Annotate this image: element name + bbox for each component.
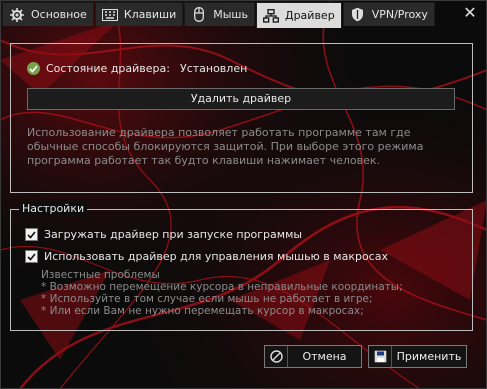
tab-general[interactable]: Основное <box>2 2 94 26</box>
driver-panel: Состояние драйвера: Установлен Удалить д… <box>10 43 473 193</box>
option-label: Использовать драйвер для управления мышь… <box>44 250 388 263</box>
tab-driver[interactable]: Драйвер <box>255 2 342 28</box>
tab-vpn-proxy[interactable]: VPN/Proxy <box>342 2 435 26</box>
cancel-icon <box>265 346 288 367</box>
shield-icon <box>349 7 367 23</box>
known-issue-item: * Возможно перемещение курсора в неправи… <box>41 281 403 293</box>
tab-bar: Основное Клавиши Мышь Драйвер VPN/Proxy <box>2 2 436 28</box>
keyboard-icon <box>101 7 119 23</box>
option-load-on-startup[interactable]: Загружать драйвер при запуске программы <box>25 228 302 241</box>
close-button[interactable]: ✕ <box>460 3 480 23</box>
tab-keys[interactable]: Клавиши <box>94 2 184 26</box>
settings-group: Настройки Загружать драйвер при запуске … <box>10 202 473 331</box>
settings-title: Настройки <box>19 202 88 215</box>
tab-label: Мышь <box>213 8 248 21</box>
cancel-label: Отмена <box>302 350 347 363</box>
tab-label: Основное <box>31 8 87 21</box>
known-issues-title: Известные проблемы <box>41 269 160 281</box>
checkbox-checked-icon[interactable] <box>25 228 38 241</box>
cancel-button[interactable]: Отмена <box>264 345 362 368</box>
known-issue-item: * Используйте в том случае если мышь не … <box>41 293 373 305</box>
tab-label: Драйвер <box>284 9 335 22</box>
network-icon <box>262 8 280 24</box>
known-issue-item: * Или если Вам не нужно перемещать курсо… <box>41 305 364 317</box>
known-issues: Известные проблемы * Возможно перемещени… <box>41 269 403 317</box>
apply-label: Применить <box>396 350 462 363</box>
tab-mouse[interactable]: Мышь <box>184 2 255 26</box>
tab-label: VPN/Proxy <box>371 8 428 21</box>
checkbox-checked-icon[interactable] <box>25 250 38 263</box>
option-label: Загружать драйвер при запуске программы <box>44 228 303 241</box>
gear-icon <box>8 7 26 23</box>
apply-button[interactable]: Применить <box>368 345 467 368</box>
option-use-driver-mouse[interactable]: Использовать драйвер для управления мышь… <box>25 250 388 263</box>
driver-status: Состояние драйвера: Установлен <box>27 62 247 75</box>
check-circle-icon <box>27 62 40 75</box>
driver-description: Использование драйвера позволяет работат… <box>27 126 424 167</box>
mouse-icon <box>190 7 208 23</box>
save-icon <box>369 346 392 367</box>
driver-status-label: Состояние драйвера: <box>46 62 170 75</box>
tab-label: Клавиши <box>123 8 177 21</box>
remove-driver-button[interactable]: Удалить драйвер <box>27 88 455 110</box>
driver-status-value: Установлен <box>179 62 248 75</box>
